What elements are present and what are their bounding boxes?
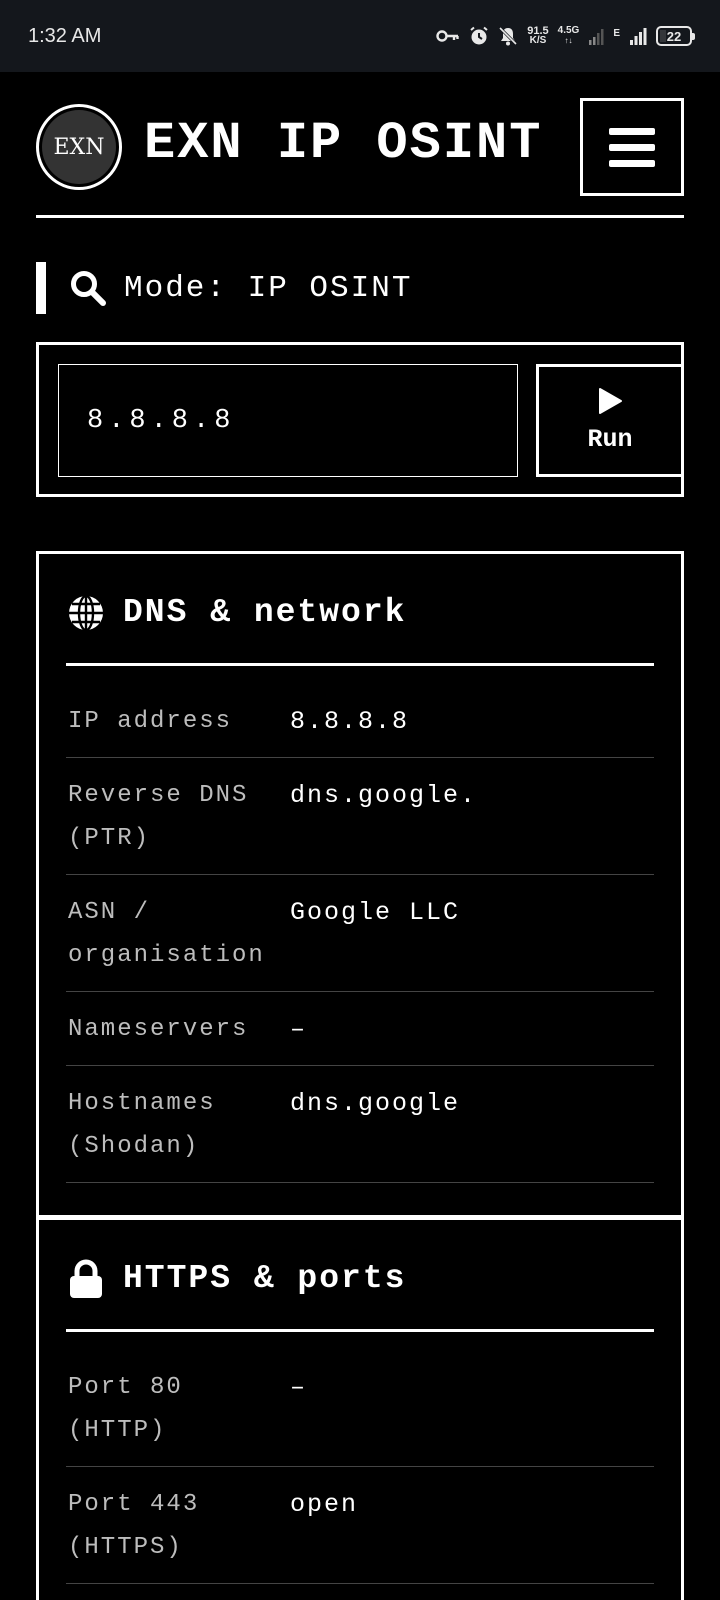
network-sub-label: E	[613, 28, 620, 39]
search-icon	[66, 266, 110, 310]
https-rows: Port 80 (HTTP) – Port 443 (HTTPS) open O…	[66, 1332, 654, 1600]
table-row: Reverse DNS (PTR) dns.google.	[66, 758, 654, 875]
row-key: Port 443 (HTTPS)	[68, 1491, 200, 1561]
menu-button[interactable]	[580, 98, 684, 196]
globe-icon	[66, 593, 106, 633]
row-key: Reverse DNS (PTR)	[68, 782, 249, 852]
row-key: IP address	[68, 708, 233, 735]
network-direction-icon: ↑↓	[564, 36, 573, 45]
signal-weak-icon	[588, 26, 604, 46]
row-key: Hostnames (Shodan)	[68, 1090, 216, 1160]
dns-network-card: DNS & network IP address 8.8.8.8 Reverse…	[36, 551, 684, 1218]
run-button[interactable]: Run	[536, 364, 684, 477]
row-key: Nameservers	[68, 1016, 249, 1043]
row-value[interactable]: Google LLC	[290, 891, 460, 977]
ip-input[interactable]	[58, 364, 518, 477]
mode-accent-bar	[36, 262, 46, 314]
hamburger-bar	[609, 159, 655, 167]
mode-label: Mode: IP OSINT	[124, 270, 413, 306]
network-speed: 91.5 K/S	[527, 26, 548, 46]
row-key: ASN / organisation	[68, 899, 265, 969]
battery-level: 22	[666, 28, 682, 44]
row-value[interactable]: dns.google	[290, 1082, 460, 1168]
row-value[interactable]: dns.google.	[290, 774, 477, 860]
network-speed-unit: K/S	[529, 35, 547, 46]
alarm-icon	[469, 26, 489, 46]
mode-indicator: Mode: IP OSINT	[36, 262, 412, 314]
status-bar: 1:32 AM 91.5 K/S 4.5G ↑↓ E 22	[0, 0, 720, 72]
status-time: 1:32 AM	[28, 24, 102, 47]
play-icon	[597, 387, 623, 419]
battery-icon: 22	[656, 26, 695, 46]
hamburger-menu-icon	[609, 127, 655, 135]
https-ports-card: HTTPS & ports Port 80 (HTTP) – Port 443 …	[36, 1217, 684, 1600]
table-row: Port 443 (HTTPS) open	[66, 1467, 654, 1584]
table-row: Hostnames (Shodan) dns.google	[66, 1066, 654, 1183]
logo-text: EXN	[42, 110, 116, 184]
card-header: DNS & network	[66, 554, 654, 666]
network-type: 4.5G ↑↓	[558, 26, 580, 46]
app-title: EXN IP OSINT	[144, 114, 543, 173]
row-value: open	[290, 1490, 359, 1519]
status-icons: 91.5 K/S 4.5G ↑↓ E 22	[436, 26, 695, 46]
hamburger-bar	[609, 143, 655, 151]
table-row: ASN / organisation Google LLC	[66, 875, 654, 992]
table-row: IP address 8.8.8.8	[66, 684, 654, 758]
card-title: DNS & network	[123, 594, 407, 631]
table-row: Port 80 (HTTP) –	[66, 1350, 654, 1467]
row-value[interactable]: 8.8.8.8	[290, 700, 409, 743]
query-panel: Run	[36, 342, 684, 497]
card-title: HTTPS & ports	[123, 1260, 407, 1297]
row-value: –	[290, 1373, 308, 1402]
bell-off-icon	[498, 26, 518, 46]
lock-icon	[66, 1259, 106, 1299]
app-header: EXN EXN IP OSINT	[36, 96, 684, 218]
card-header: HTTPS & ports	[66, 1220, 654, 1332]
network-type-label: 4.5G	[557, 25, 580, 36]
run-label: Run	[587, 425, 633, 454]
vpn-key-icon	[436, 29, 460, 43]
app-logo[interactable]: EXN	[36, 104, 122, 190]
battery-fill	[660, 30, 666, 42]
table-row: Other open 53	[66, 1584, 654, 1600]
row-key: Port 80 (HTTP)	[68, 1374, 183, 1444]
table-row: Nameservers –	[66, 992, 654, 1066]
dns-rows: IP address 8.8.8.8 Reverse DNS (PTR) dns…	[66, 666, 654, 1183]
row-value: –	[290, 1015, 308, 1044]
signal-icon	[629, 26, 647, 46]
